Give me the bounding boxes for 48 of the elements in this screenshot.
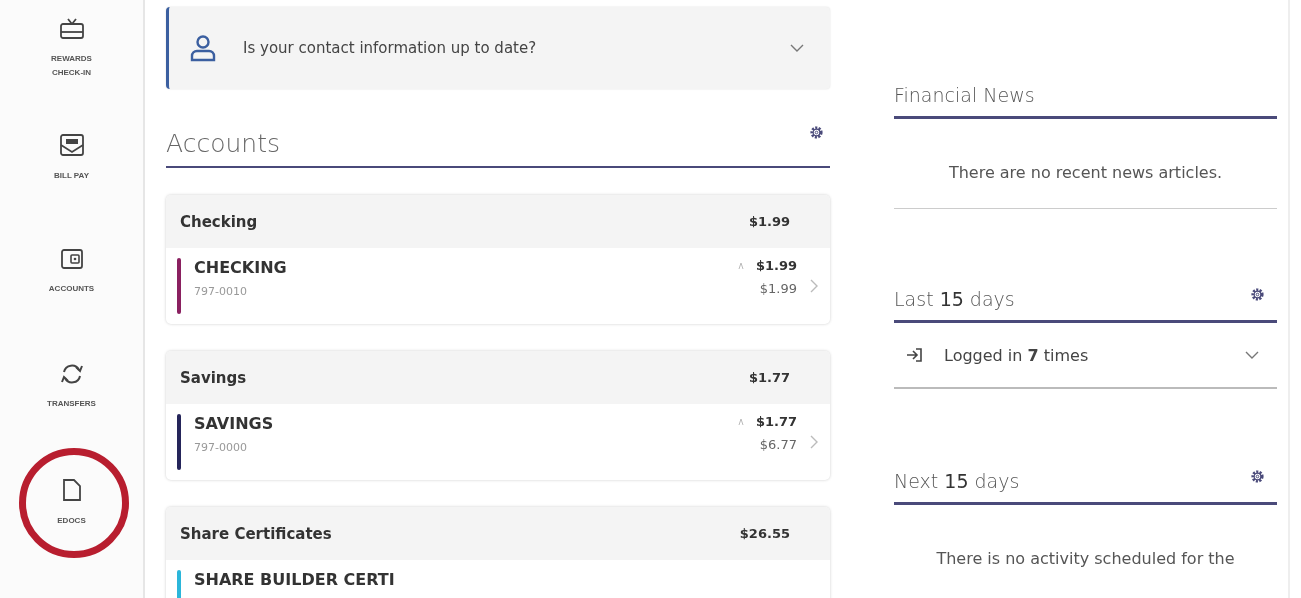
section-title: Financial News bbox=[894, 84, 1035, 106]
empty-message: There is no activity scheduled for the bbox=[935, 549, 1236, 568]
available-balance: $6.77 bbox=[759, 437, 797, 452]
sign-in-icon bbox=[906, 347, 924, 363]
account-balance: $1.77 bbox=[755, 414, 797, 429]
chevron-down-icon[interactable] bbox=[790, 44, 804, 52]
section-title: Last 15 days bbox=[894, 288, 1015, 310]
sidebar-item[interactable]: TRANSFERS bbox=[16, 363, 127, 478]
account-name: SAVINGS bbox=[194, 414, 275, 433]
account-row[interactable]: SHARE BUILDER CERTI bbox=[166, 560, 830, 598]
settings-icon[interactable] bbox=[809, 125, 824, 140]
group-total: $1.99 bbox=[748, 214, 790, 229]
group-name: Savings bbox=[180, 368, 247, 387]
sidebar-item[interactable]: BILL PAY bbox=[16, 133, 127, 248]
chevron-right-icon bbox=[810, 435, 818, 449]
login-activity-row[interactable]: Logged in 7 times bbox=[894, 323, 1277, 389]
contact-banner[interactable]: Is your contact information up to date? bbox=[166, 7, 830, 89]
activity-text: Logged in 7 times bbox=[944, 345, 1090, 365]
chevron-down-icon[interactable] bbox=[1245, 351, 1259, 359]
account-name: CHECKING bbox=[194, 258, 288, 277]
group-name: Checking bbox=[180, 212, 258, 231]
small-mark-icon bbox=[737, 417, 744, 426]
account-number: 797-0010 bbox=[194, 285, 248, 298]
group-total: $1.77 bbox=[748, 370, 790, 385]
group-total: $26.55 bbox=[739, 526, 790, 541]
empty-message: There are no recent news articles. bbox=[894, 119, 1277, 209]
refresh-arrows-icon bbox=[58, 363, 85, 385]
settings-icon[interactable] bbox=[1250, 287, 1265, 302]
person-icon bbox=[189, 34, 217, 62]
chevron-right-icon bbox=[810, 279, 818, 293]
account-name: SHARE BUILDER CERTI bbox=[194, 570, 396, 589]
banner-text: Is your contact information up to date? bbox=[243, 39, 538, 57]
account-number: 797-0000 bbox=[194, 441, 248, 454]
account-row[interactable]: SAVINGS 797-0000 $1.77 $6.77 bbox=[166, 404, 830, 480]
wallet-icon bbox=[59, 248, 84, 270]
available-balance: $1.99 bbox=[759, 281, 797, 296]
envelope-icon bbox=[58, 133, 85, 157]
small-mark-icon bbox=[737, 261, 744, 270]
account-row[interactable]: CHECKING 797-0010 $1.99 $1.99 bbox=[166, 248, 830, 324]
section-title: Accounts bbox=[166, 129, 280, 158]
document-icon bbox=[61, 478, 82, 502]
sidebar-item[interactable]: EDOCS bbox=[16, 478, 127, 593]
sidebar-item[interactable]: ACCOUNTS bbox=[16, 248, 127, 363]
sidebar-item[interactable]: REWARDS CHECK-IN bbox=[16, 18, 127, 133]
group-name: Share Certificates bbox=[180, 524, 332, 543]
section-title: Next 15 days bbox=[894, 470, 1020, 492]
settings-icon[interactable] bbox=[1250, 469, 1265, 484]
account-balance: $1.99 bbox=[755, 258, 797, 273]
